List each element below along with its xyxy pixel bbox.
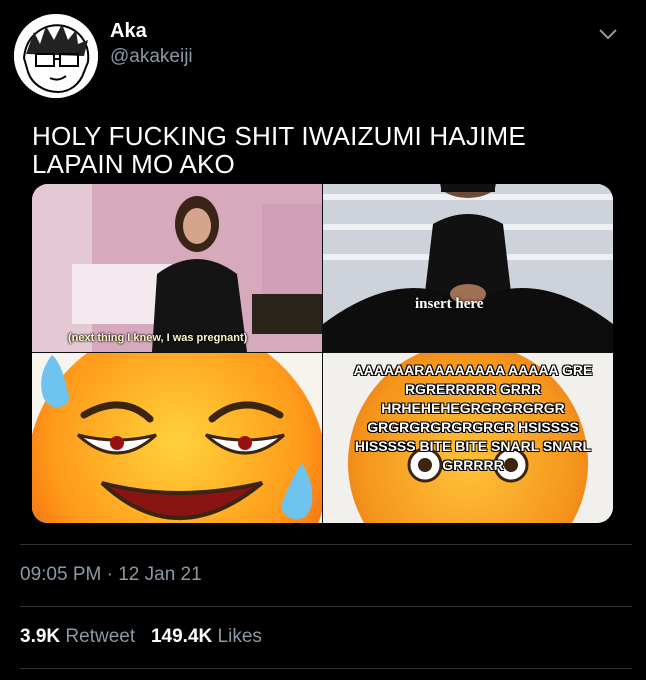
likes-stat[interactable]: 149.4K Likes	[151, 626, 262, 647]
author-name[interactable]: Aka	[110, 20, 147, 43]
divider-top	[20, 544, 632, 545]
media-panel-4[interactable]: AAAAAARAAAAAAAA AAAAA GRE RGRERRRRR GRRR…	[323, 353, 613, 523]
tweet-media[interactable]: (next thing I knew, I was pregnant) inse…	[32, 184, 613, 523]
chevron-down-icon[interactable]	[596, 26, 620, 42]
tweet-stats: 3.9K Retweet 149.4K Likes	[20, 626, 262, 648]
divider-middle	[20, 606, 632, 607]
pose-photo	[323, 184, 613, 352]
sweat-emoji-icon	[32, 353, 322, 523]
tweet-text: HOLY FUCKING SHIT IWAIZUMI HAJIME LAPAIN…	[32, 121, 526, 179]
author-handle[interactable]: @akakeiji	[110, 46, 193, 68]
panel2-caption: insert here	[415, 296, 484, 312]
panel1-caption: (next thing I knew, I was pregnant)	[68, 332, 248, 344]
media-panel-2[interactable]: insert here	[323, 184, 613, 352]
divider-bottom	[20, 668, 632, 669]
avatar-drawing	[14, 14, 98, 98]
likes-label: Likes	[217, 626, 262, 647]
media-panel-1[interactable]: (next thing I knew, I was pregnant)	[32, 184, 322, 352]
retweets-stat[interactable]: 3.9K Retweet	[20, 626, 140, 647]
tweet-date: 12 Jan 21	[118, 564, 202, 585]
likes-count: 149.4K	[150, 626, 213, 647]
avatar[interactable]	[14, 14, 98, 98]
meta-separator: ·	[106, 564, 113, 585]
tweet-time: 09:05 PM	[20, 564, 102, 585]
retweets-count: 3.9K	[20, 626, 61, 647]
woman-photo	[32, 184, 322, 352]
panel4-text: AAAAAARAAAAAAAA AAAAA GRE RGRERRRRR GRRR…	[353, 362, 593, 473]
retweets-label: Retweet	[65, 626, 136, 647]
media-panel-3[interactable]	[32, 353, 322, 523]
tweet-timestamp[interactable]: 09:05 PM · 12 Jan 21	[20, 564, 202, 586]
